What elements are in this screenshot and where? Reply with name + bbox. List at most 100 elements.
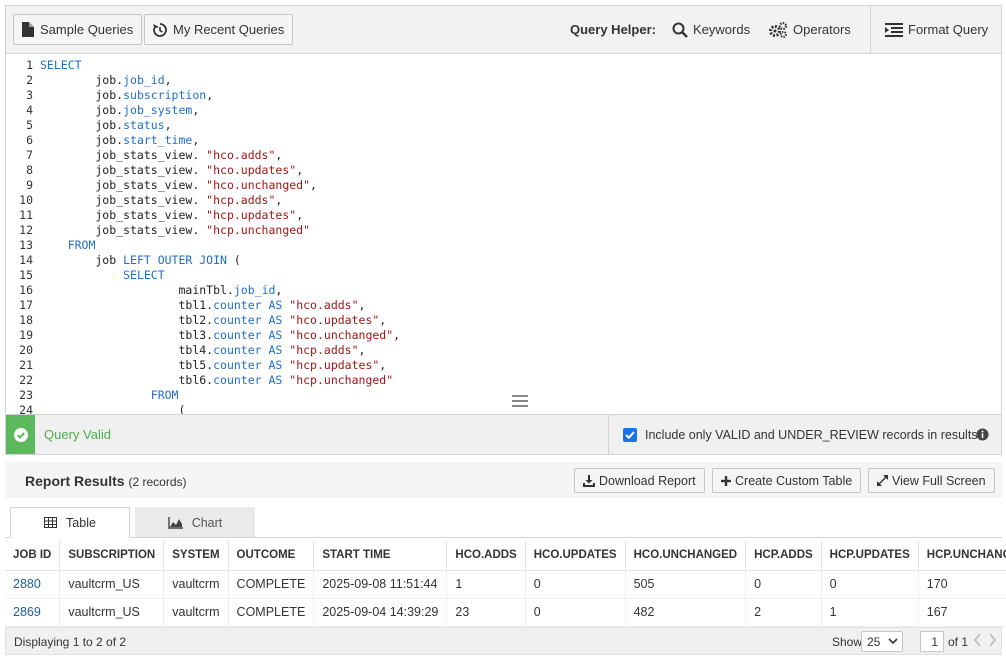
check-circle-icon	[13, 427, 28, 442]
column-header[interactable]: START TIME	[313, 541, 448, 571]
status-divider	[608, 415, 609, 454]
code-line[interactable]: 18 tbl2.counter AS "hco.updates",	[6, 313, 1001, 328]
code-token: ,	[275, 193, 283, 207]
checkmark-icon	[625, 431, 635, 439]
code-token: ,	[379, 358, 387, 372]
code-token: ,	[358, 298, 366, 312]
code-line[interactable]: 10 job_stats_view. "hcp.adds",	[6, 193, 1001, 208]
column-header[interactable]: HCO.ADDS	[446, 541, 526, 571]
recent-queries-button[interactable]: My Recent Queries	[144, 14, 294, 45]
code-line[interactable]: 16 mainTbl.job_id,	[6, 283, 1001, 298]
code-line[interactable]: 11 job_stats_view. "hcp.updates",	[6, 208, 1001, 223]
code-line[interactable]: 4 job.job_system,	[6, 103, 1001, 118]
page-size-select[interactable]: 25	[861, 631, 903, 652]
column-header[interactable]: HCO.UNCHANGED	[625, 541, 747, 571]
column-header[interactable]: SYSTEM	[163, 541, 229, 571]
job-id-link[interactable]: 2880	[5, 570, 61, 599]
column-header[interactable]: OUTCOME	[228, 541, 315, 571]
code-line[interactable]: 20 tbl4.counter AS "hcp.adds",	[6, 343, 1001, 358]
column-header[interactable]: HCO.UPDATES	[525, 541, 626, 571]
next-page-icon[interactable]	[988, 633, 997, 647]
code-line[interactable]: 21 tbl5.counter AS "hcp.updates",	[6, 358, 1001, 373]
code-text: tbl1.counter AS "hco.adds",	[40, 298, 365, 313]
table-cell: 505	[625, 570, 747, 599]
column-header[interactable]: HCP.ADDS	[745, 541, 822, 571]
column-header[interactable]: HCP.UPDATES	[821, 541, 919, 571]
line-number: 7	[26, 148, 33, 162]
page-number-input[interactable]: 1	[920, 631, 944, 652]
job-id-link[interactable]: 2869	[5, 598, 61, 627]
code-token: ,	[192, 133, 200, 147]
line-number: 21	[19, 358, 33, 372]
code-token: job.	[40, 88, 124, 102]
code-line[interactable]: 15 SELECT	[6, 268, 1001, 283]
code-text: job.status,	[40, 118, 171, 133]
line-number: 5	[26, 118, 33, 132]
sample-queries-button[interactable]: Sample Queries	[13, 14, 143, 45]
code-line[interactable]: 23 FROM	[6, 388, 1001, 403]
line-number: 23	[19, 388, 33, 402]
tab-table-label: Table	[66, 515, 96, 530]
keyword-token: counter AS	[213, 373, 283, 387]
keyword-token: LEFT OUTER JOIN	[123, 253, 227, 267]
download-report-label: Download Report	[599, 473, 696, 488]
download-report-button[interactable]: Download Report	[574, 468, 705, 493]
code-line[interactable]: 17 tbl1.counter AS "hco.adds",	[6, 298, 1001, 313]
create-custom-table-button[interactable]: Create Custom Table	[712, 468, 862, 493]
keyword-token: counter AS	[213, 343, 283, 357]
code-line[interactable]: 9 job_stats_view. "hco.unchanged",	[6, 178, 1001, 193]
code-line[interactable]: 13 FROM	[6, 238, 1001, 253]
code-line[interactable]: 5 job.status,	[6, 118, 1001, 133]
tab-chart[interactable]: Chart	[135, 507, 255, 538]
toolbar-divider	[870, 6, 871, 54]
code-line[interactable]: 6 job.start_time,	[6, 133, 1001, 148]
table-cell: 23	[446, 598, 526, 627]
code-token: job_stats_view.	[40, 163, 207, 177]
code-line[interactable]: 14 job LEFT OUTER JOIN (	[6, 253, 1001, 268]
include-valid-checkbox[interactable]	[623, 428, 637, 442]
code-line[interactable]: 19 tbl3.counter AS "hco.unchanged",	[6, 328, 1001, 343]
string-token: "hcp.adds"	[206, 193, 276, 207]
prev-page-icon[interactable]	[973, 633, 982, 647]
table-icon	[44, 517, 58, 528]
format-query-label: Format Query	[908, 22, 989, 37]
code-token: ,	[164, 73, 172, 87]
code-token: job.	[40, 103, 124, 117]
report-results-header: Report Results (2 records) Download Repo…	[5, 462, 1002, 498]
expand-icon	[877, 475, 888, 486]
line-number: 9	[26, 178, 33, 192]
keyword-token: job_id	[123, 73, 165, 87]
format-query-button[interactable]: Format Query	[885, 14, 988, 45]
column-header[interactable]: SUBSCRIPTION	[59, 541, 165, 571]
resize-handle-icon[interactable]	[512, 394, 528, 408]
column-header[interactable]: HCP.UNCHANGED	[918, 541, 1006, 571]
tab-divider	[5, 537, 1002, 538]
code-line[interactable]: 8 job_stats_view. "hco.updates",	[6, 163, 1001, 178]
table-cell: 1	[821, 598, 919, 627]
page-count-label: of 1	[948, 635, 969, 649]
operators-button[interactable]: Operators	[768, 14, 851, 45]
code-token: ,	[275, 148, 283, 162]
tab-table[interactable]: Table	[10, 507, 130, 538]
code-line[interactable]: 12 job_stats_view. "hcp.unchanged"	[6, 223, 1001, 238]
code-line[interactable]: 22 tbl6.counter AS "hcp.unchanged"	[6, 373, 1001, 388]
string-token: "hcp.unchanged"	[206, 223, 311, 237]
code-line[interactable]: 7 job_stats_view. "hco.adds",	[6, 148, 1001, 163]
view-full-screen-button[interactable]: View Full Screen	[868, 468, 995, 493]
show-label: Show	[832, 635, 863, 649]
info-icon[interactable]	[976, 428, 989, 441]
column-header[interactable]: JOB ID	[5, 541, 61, 571]
keyword-token: SELECT	[123, 268, 165, 282]
code-line[interactable]: 3 job.subscription,	[6, 88, 1001, 103]
pagination-footer: Displaying 1 to 2 of 2 Show 25 1 of 1	[5, 627, 1002, 655]
sql-editor[interactable]: 1 SELECT 2 job.job_id, 3 job.subscription, 4…	[5, 53, 1002, 414]
string-token: "hcp.updates"	[289, 358, 380, 372]
code-line[interactable]: 2 job.job_id,	[6, 73, 1001, 88]
create-custom-table-label: Create Custom Table	[735, 473, 853, 488]
code-line[interactable]: 24 (	[6, 403, 1001, 414]
report-title-text: Report Results	[25, 473, 125, 489]
code-line[interactable]: 1 SELECT	[6, 58, 1001, 73]
code-text: tbl3.counter AS "hco.unchanged",	[40, 328, 400, 343]
string-token: "hco.adds"	[206, 148, 276, 162]
keywords-button[interactable]: Keywords	[672, 14, 750, 45]
